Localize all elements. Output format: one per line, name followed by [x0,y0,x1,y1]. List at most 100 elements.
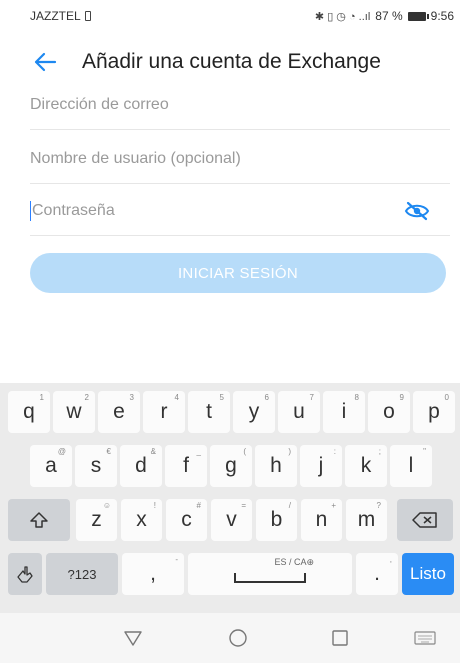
handwriting-key[interactable] [8,553,42,595]
key-v[interactable]: v = [211,499,252,541]
password-placeholder: Contraseña [32,201,115,219]
key-p[interactable]: p0 [413,391,455,433]
key-label: c [181,508,192,531]
period-key[interactable]: . , [356,553,398,595]
key-a[interactable]: a @ [30,445,72,487]
key-hint: + [331,501,336,510]
key-hint: " [423,447,426,456]
status-bar: JAZZTEL ✱ ▯ ◷ ◔ ..ıl 87 % 9:56 [0,0,460,32]
key-k[interactable]: k; [345,445,387,487]
recents-square-icon[interactable] [327,625,353,651]
key-label: r [160,400,168,423]
key-u[interactable]: u7 [278,391,320,433]
key-i[interactable]: i8 [323,391,365,433]
sim-icon [84,11,91,21]
key-hint: 4 [174,393,179,402]
key-label: m [357,508,376,531]
key-label: u [293,400,305,423]
key-b[interactable]: b / [256,499,297,541]
key-hint: 8 [354,393,359,402]
symbols-key[interactable]: ?123 [46,553,118,595]
backspace-key[interactable] [397,499,453,541]
key-hint: _ [196,447,201,456]
key-label: g [225,454,237,477]
key-label: n [315,508,328,531]
key-hint: 5 [219,393,224,402]
key-n[interactable]: n + [301,499,342,541]
hide-password-eye-icon[interactable] [404,201,430,221]
done-key[interactable]: Listo [402,553,454,595]
key-label: x [136,508,147,531]
space-bar-glyph [233,573,307,583]
key-label: t [206,400,212,423]
back-arrow-icon[interactable] [30,47,60,77]
space-bar[interactable]: ES / CA⊕ [188,553,352,595]
carrier-name: JAZZTEL [30,9,81,23]
key-g[interactable]: g( [210,445,252,487]
key-label: y [248,400,260,423]
key-hint: 2 [84,393,89,402]
key-label: b [270,508,283,531]
key-w[interactable]: w2 [53,391,95,433]
username-placeholder: Nombre de usuario (opcional) [30,149,241,167]
status-left: JAZZTEL [30,9,91,23]
key-l[interactable]: l " [390,445,432,487]
key-q[interactable]: q1 [8,391,50,433]
key-label: i [341,400,347,423]
home-circle-icon[interactable] [225,625,251,651]
key-y[interactable]: y6 [233,391,275,433]
key-x[interactable]: x! [121,499,162,541]
key-label: s [90,454,102,477]
key-o[interactable]: o9 [368,391,410,433]
battery-percent: 87 % [375,9,403,23]
key-h[interactable]: h) [255,445,297,487]
key-label: f [183,454,189,477]
email-field[interactable]: Dirección de correo [30,80,450,130]
key-hint: ☺ [102,501,111,510]
period-key-hint: , [389,555,392,564]
key-hint: 6 [264,393,269,402]
email-placeholder: Dirección de correo [30,95,169,113]
key-m[interactable]: m? [346,499,387,541]
key-hint: # [196,501,201,510]
key-label: w [66,400,82,423]
status-right: ✱ ▯ ◷ ◔ ..ıl 87 % 9:56 [315,9,454,23]
comma-key-hint: - [175,555,178,564]
back-triangle-icon[interactable] [120,625,146,651]
key-r[interactable]: r4 [143,391,185,433]
battery-icon [407,11,429,21]
system-nav-bar [0,613,460,663]
clock: 9:56 [430,9,454,23]
key-z[interactable]: z ☺ [76,499,117,541]
key-e[interactable]: e3 [98,391,140,433]
key-hint: 9 [399,393,404,402]
keyboard-row-3: z ☺ x! c # v = b / n + m? [0,499,460,541]
login-button[interactable]: INICIAR SESIÓN [30,253,446,293]
key-f[interactable]: f _ [165,445,207,487]
key-label: d [135,454,147,477]
username-field[interactable]: Nombre de usuario (opcional) [30,134,450,184]
page-title: Añadir una cuenta de Exchange [82,50,381,73]
key-j[interactable]: j: [300,445,342,487]
key-t[interactable]: t5 [188,391,230,433]
key-label: v [226,508,237,531]
key-label: l [408,454,414,477]
key-label: o [383,400,395,423]
key-hint: 1 [39,393,44,402]
text-cursor [30,200,31,221]
keyboard-row-1: q1w2e3r4t5y6u7i8o9p0 [0,391,460,433]
key-hint: 3 [129,393,134,402]
keyboard-toggle-icon[interactable] [412,625,438,651]
key-d[interactable]: d & [120,445,162,487]
password-field[interactable]: Contraseña [30,186,450,236]
key-s[interactable]: s € [75,445,117,487]
key-hint: 7 [309,393,314,402]
key-hint: @ [57,447,66,456]
key-label: z [91,508,102,531]
key-hint: 0 [444,393,449,402]
key-label: h [270,454,282,477]
comma-key[interactable]: , - [122,553,184,595]
key-hint: & [150,447,156,456]
key-c[interactable]: c # [166,499,207,541]
app-bar: Añadir una cuenta de Exchange [0,40,460,84]
